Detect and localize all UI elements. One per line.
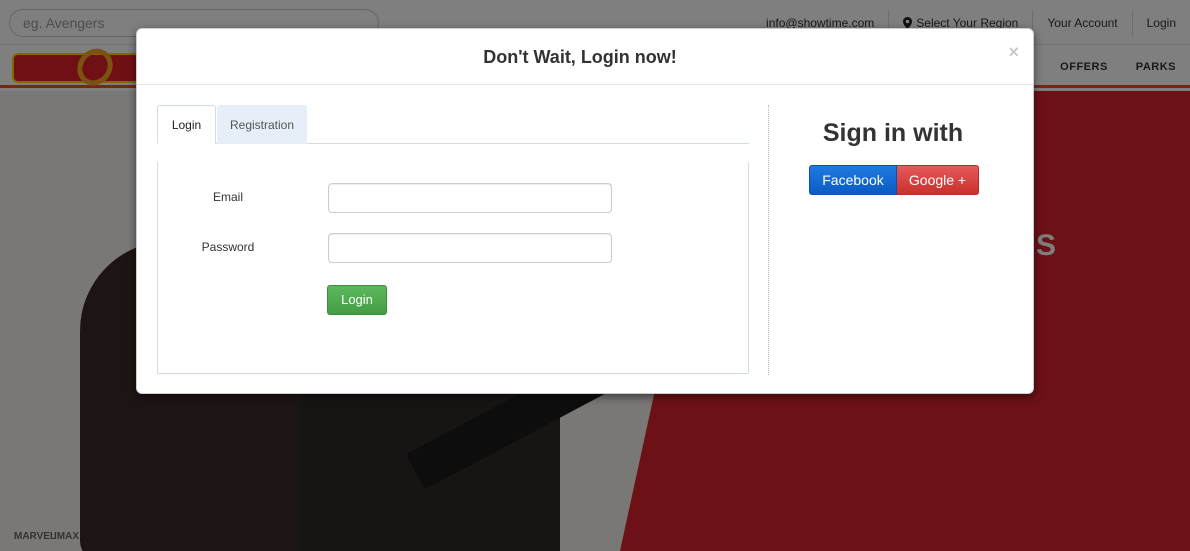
tab-registration[interactable]: Registration [217, 105, 307, 144]
modal-title: Don't Wait, Login now! [483, 47, 677, 67]
password-label: Password [201, 240, 255, 254]
login-submit-button[interactable]: Login [327, 285, 387, 315]
email-field[interactable] [328, 183, 612, 213]
login-form-panel: Email Password [157, 162, 749, 374]
tab-login[interactable]: Login [157, 105, 216, 144]
close-icon[interactable]: × [1008, 43, 1019, 61]
social-signin-pane: Sign in with Facebook Google + [769, 105, 1033, 375]
facebook-login-button[interactable]: Facebook [809, 165, 897, 195]
social-buttons: Facebook Google + [809, 165, 979, 195]
auth-tabs: Login Registration [157, 105, 749, 144]
login-modal: Don't Wait, Login now! × Login Registrat… [136, 28, 1034, 394]
google-login-button[interactable]: Google + [897, 165, 979, 195]
password-field[interactable] [328, 233, 612, 263]
signin-heading: Sign in with [822, 119, 964, 147]
modal-header: Don't Wait, Login now! × [137, 29, 1033, 85]
email-label: Email [212, 190, 243, 204]
login-pane: Login Registration Email Password Login [157, 105, 749, 375]
